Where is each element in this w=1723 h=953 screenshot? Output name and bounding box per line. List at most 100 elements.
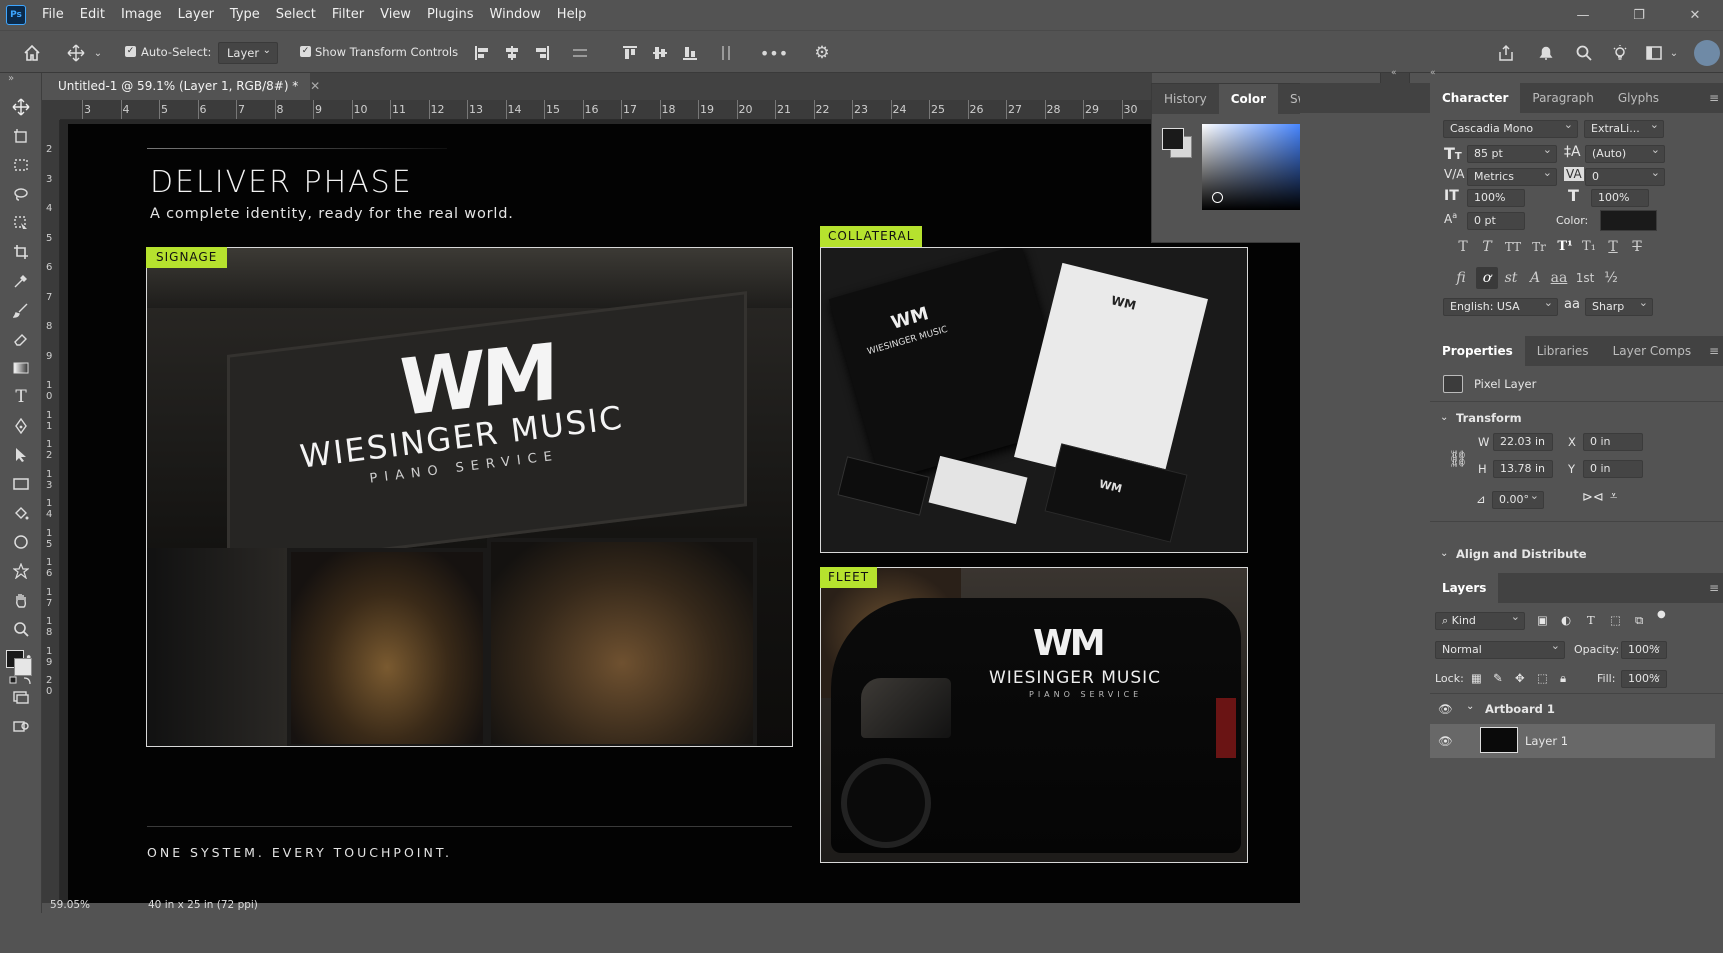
layer-row-artboard[interactable]: 👁︎ ⌄ Artboard 1 [1430, 694, 1715, 724]
filter-type-icon[interactable]: T [1587, 613, 1595, 627]
blend-mode-select[interactable]: Normal [1435, 641, 1565, 659]
layer-filter-select[interactable]: ⌕ Kind [1435, 612, 1525, 630]
language-select[interactable]: English: USA [1443, 298, 1558, 316]
screen-mode-icon[interactable] [8, 685, 34, 709]
auto-select-dropdown[interactable]: Layer ⌄ [218, 42, 278, 64]
gear-icon[interactable]: ⚙ [810, 41, 834, 65]
collapse-right-icon[interactable]: « [1430, 68, 1436, 78]
font-family-select[interactable]: Cascadia Mono [1443, 120, 1578, 138]
eraser-tool-icon[interactable] [8, 327, 34, 351]
antialias-select[interactable]: Sharp [1585, 298, 1653, 316]
rectangle-tool-icon[interactable] [8, 472, 34, 496]
lasso-tool-icon[interactable] [8, 182, 34, 206]
pen-tool-icon[interactable] [8, 414, 34, 438]
share-icon[interactable] [1494, 41, 1518, 65]
tab-paragraph[interactable]: Paragraph [1520, 83, 1605, 113]
faux-bold-button[interactable]: T [1452, 236, 1474, 258]
signage-image[interactable]: WM WIESINGER MUSIC PIANO SERVICE [146, 247, 793, 747]
faux-italic-button[interactable]: T [1476, 236, 1498, 258]
menu-help[interactable]: Help [549, 0, 595, 30]
brush-tool-icon[interactable] [8, 298, 34, 322]
avatar[interactable] [1694, 40, 1720, 66]
collapse-icon[interactable]: » [8, 73, 14, 84]
leading-field[interactable]: (Auto) [1585, 145, 1665, 163]
lock-paint-icon[interactable]: ✎ [1493, 671, 1503, 685]
kerning-field[interactable]: Metrics [1467, 168, 1557, 186]
background-color-swatch[interactable] [14, 658, 32, 676]
fractions-button[interactable]: ½ [1600, 267, 1622, 289]
align-bottom-icon[interactable] [678, 41, 702, 65]
crop-tool-icon[interactable] [8, 240, 34, 264]
flip-vertical-icon[interactable]: ⩡ [1610, 489, 1617, 504]
width-field[interactable]: 22.03 in [1493, 433, 1553, 451]
filter-adjustment-icon[interactable]: ◐ [1561, 613, 1571, 627]
menu-window[interactable]: Window [482, 0, 549, 30]
zoom-level[interactable]: 59.05% [50, 899, 90, 911]
font-style-select[interactable]: ExtraLi... [1584, 120, 1664, 138]
gradient-tool-icon[interactable] [8, 356, 34, 380]
visibility-eye-icon[interactable]: 👁︎ [1438, 702, 1453, 716]
align-center-icon[interactable] [500, 41, 524, 65]
workspace-chevron-icon[interactable]: ⌄ [1668, 41, 1680, 65]
menu-view[interactable]: View [372, 0, 419, 30]
swash-button[interactable]: A [1524, 267, 1546, 289]
restore-icon[interactable]: ❐ [1611, 0, 1667, 30]
tab-layers[interactable]: Layers [1430, 573, 1499, 603]
discretionary-ligature-button[interactable]: st [1500, 267, 1522, 289]
tab-libraries[interactable]: Libraries [1525, 336, 1601, 366]
menu-filter[interactable]: Filter [324, 0, 372, 30]
distribute-vertical-icon[interactable] [714, 41, 738, 65]
transform-chevron-icon[interactable]: ⌄ [1440, 412, 1448, 423]
type-tool-icon[interactable]: T [8, 385, 34, 409]
menu-select[interactable]: Select [268, 0, 324, 30]
lock-artboard-icon[interactable]: ⬚ [1537, 671, 1548, 685]
tab-color[interactable]: Color [1218, 84, 1279, 114]
strikethrough-button[interactable]: T [1626, 236, 1648, 258]
auto-select-checkbox[interactable]: ✓ [125, 46, 136, 57]
menu-file[interactable]: File [34, 0, 72, 30]
artboard-chevron-icon[interactable]: ⌄ [1466, 701, 1474, 712]
filter-pixel-icon[interactable]: ▣ [1537, 613, 1548, 627]
align-left-icon[interactable] [470, 41, 494, 65]
baseline-shift-field[interactable]: 0 pt [1467, 212, 1525, 230]
hand-tool-icon[interactable] [8, 588, 34, 612]
paint-bucket-tool-icon[interactable] [8, 501, 34, 525]
distribute-icon[interactable] [568, 41, 592, 65]
height-field[interactable]: 13.78 in [1493, 460, 1553, 478]
horizontal-scale-field[interactable]: 100% [1591, 189, 1649, 207]
object-select-tool-icon[interactable] [8, 211, 34, 235]
angle-field[interactable]: 0.00° [1492, 491, 1544, 509]
eyedropper-tool-icon[interactable] [8, 269, 34, 293]
menu-layer[interactable]: Layer [170, 0, 222, 30]
stylistic-alternates-button[interactable]: aa [1548, 267, 1570, 289]
opacity-field[interactable]: 100% [1621, 641, 1667, 659]
align-top-icon[interactable] [618, 41, 642, 65]
collateral-image[interactable]: WM WIESINGER MUSIC WM WM [820, 247, 1248, 553]
foreground-swatch[interactable] [1162, 128, 1184, 150]
custom-shape-tool-icon[interactable] [8, 559, 34, 583]
lock-position-icon[interactable]: ✥ [1515, 671, 1525, 685]
tab-properties[interactable]: Properties [1430, 336, 1525, 366]
underline-button[interactable]: T [1602, 236, 1624, 258]
filter-smart-object-icon[interactable]: ⧉ [1635, 613, 1643, 628]
link-icon[interactable]: ⛓ [1448, 449, 1468, 468]
tracking-field[interactable]: 0 [1585, 168, 1665, 186]
close-tab-icon[interactable]: ✕ [310, 79, 320, 93]
visibility-eye-icon[interactable]: 👁︎ [1438, 734, 1453, 748]
filter-shape-icon[interactable]: ⬚ [1610, 613, 1621, 627]
path-select-tool-icon[interactable] [8, 443, 34, 467]
artboard-tool-icon[interactable] [8, 124, 34, 148]
show-transform-checkbox[interactable]: ✓ [300, 46, 311, 57]
edit-toolbar-icon[interactable] [8, 714, 34, 738]
subscript-button[interactable]: T₁ [1578, 236, 1600, 258]
marquee-tool-icon[interactable] [8, 153, 34, 177]
align-right-icon[interactable] [530, 41, 554, 65]
menu-edit[interactable]: Edit [72, 0, 113, 30]
text-color-swatch[interactable] [1600, 210, 1657, 231]
ellipse-tool-icon[interactable] [8, 530, 34, 554]
y-field[interactable]: 0 in [1583, 460, 1643, 478]
lock-pixels-icon[interactable]: ▦ [1471, 671, 1482, 685]
color-picker-cursor[interactable] [1212, 192, 1223, 203]
home-icon[interactable] [20, 41, 44, 65]
ligature-button[interactable]: fi [1450, 267, 1472, 289]
